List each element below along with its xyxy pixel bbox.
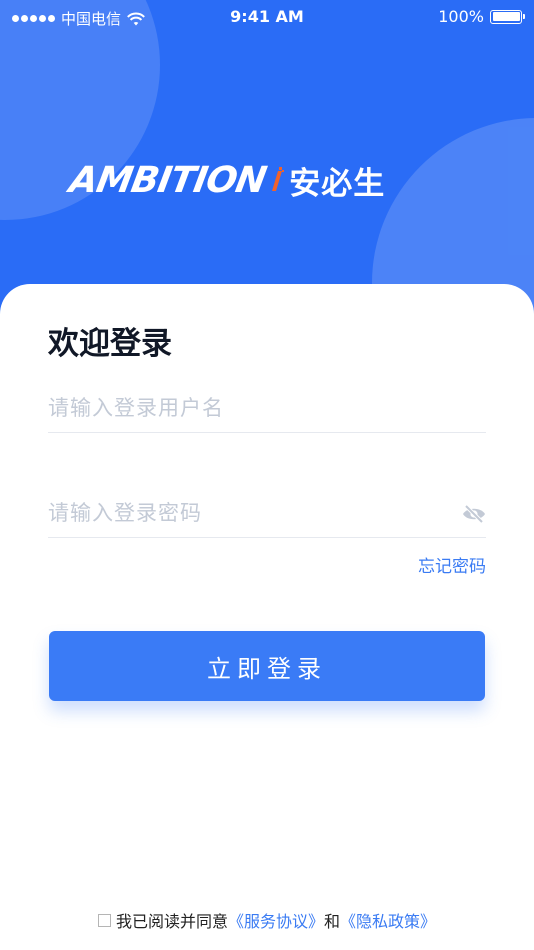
- brand-logo: AMBITION 安必生: [66, 160, 386, 202]
- battery-icon: [490, 9, 525, 24]
- logo-mark-icon: [272, 167, 285, 191]
- forgot-password-link[interactable]: 忘记密码: [418, 552, 486, 577]
- login-button[interactable]: 立即登录: [49, 631, 485, 701]
- eye-off-icon[interactable]: [462, 504, 486, 524]
- logo-wordmark: AMBITION: [66, 159, 269, 201]
- login-card: 欢迎登录 忘记密码 立即登录 我已阅读并同意 《服务协议》 和 《隐私政策》: [0, 284, 534, 950]
- password-field: [48, 488, 486, 538]
- username-field: [48, 383, 486, 433]
- status-right: 100%: [438, 7, 525, 26]
- username-input[interactable]: [48, 383, 486, 432]
- agreement-text: 我已阅读并同意: [115, 912, 228, 931]
- agreement-conjunction: 和: [324, 912, 341, 931]
- privacy-policy-link[interactable]: 《隐私政策》: [340, 908, 436, 932]
- agreement-checkbox[interactable]: [97, 913, 111, 927]
- battery-percent: 100%: [438, 7, 484, 26]
- password-input[interactable]: [48, 488, 486, 537]
- status-bar: 中国电信 9:41 AM 100%: [0, 0, 534, 34]
- service-agreement-link[interactable]: 《服务协议》: [228, 908, 324, 932]
- logo-chinese: 安必生: [289, 165, 386, 202]
- agreement-row: 我已阅读并同意 《服务协议》 和 《隐私政策》: [0, 908, 534, 932]
- page-title: 欢迎登录: [48, 326, 172, 362]
